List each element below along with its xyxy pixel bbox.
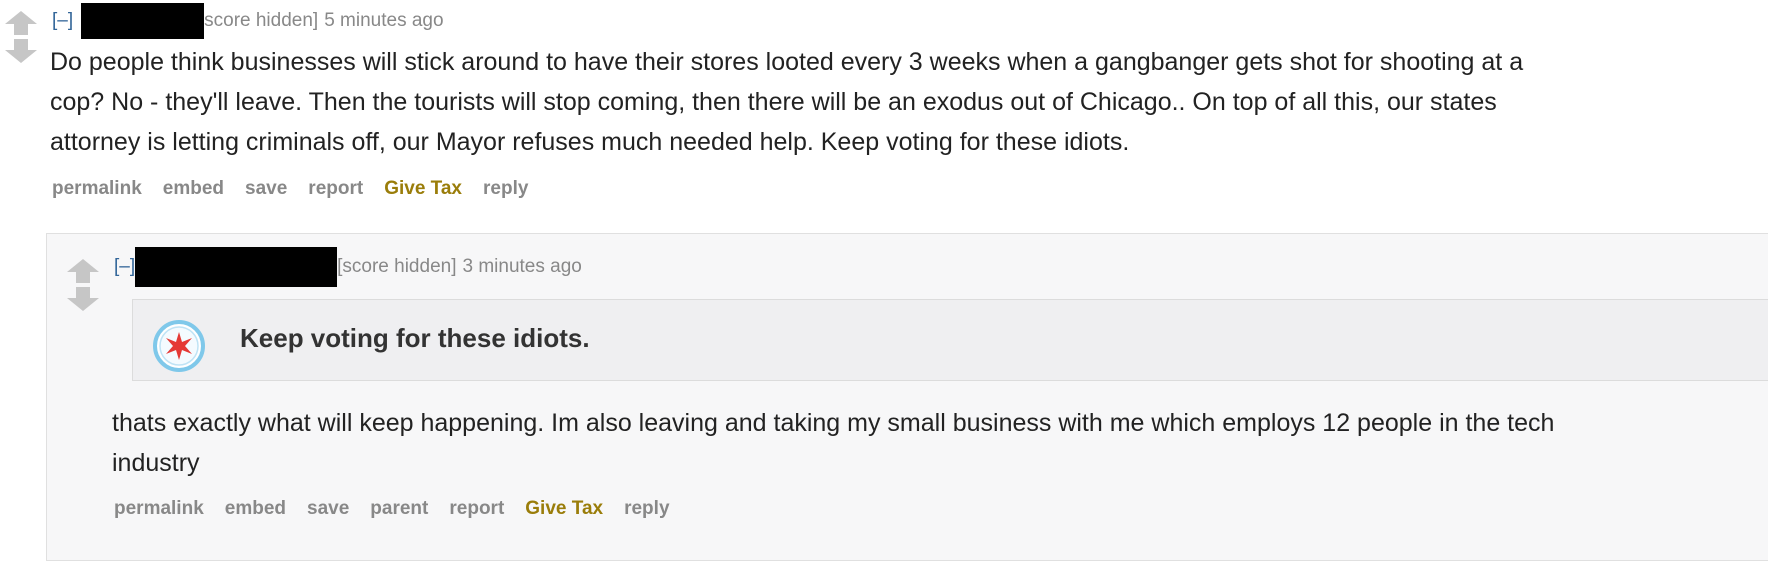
reply-button[interactable]: reply	[483, 178, 528, 200]
report-button[interactable]: report	[308, 178, 363, 200]
timestamp: 5 minutes ago	[324, 10, 444, 31]
redacted-username	[81, 3, 205, 39]
score-label: [score hidden]	[337, 256, 457, 277]
child-action-buttons: permalink embed save parent report Give …	[114, 498, 691, 520]
save-button[interactable]: save	[245, 178, 287, 200]
give-tax-button[interactable]: Give Tax	[525, 498, 603, 520]
give-tax-button[interactable]: Give Tax	[384, 178, 462, 200]
body-line: attorney is letting criminals off, our M…	[50, 128, 1130, 156]
parent-comment-body: Do people think businesses will stick ar…	[50, 42, 1523, 162]
parent-vote-column	[4, 10, 38, 64]
upvote-arrow-icon[interactable]	[66, 258, 100, 284]
collapse-toggle[interactable]: [–]	[114, 256, 135, 278]
embed-button[interactable]: embed	[163, 178, 224, 200]
body-line: thats exactly what will keep happening. …	[112, 409, 1555, 437]
downvote-arrow-icon[interactable]	[4, 38, 38, 64]
quote-text: Keep voting for these idiots.	[240, 323, 590, 353]
permalink-button[interactable]: permalink	[52, 178, 142, 200]
embed-button[interactable]: embed	[225, 498, 286, 520]
body-line: industry	[112, 449, 200, 477]
chicago-star-icon	[153, 320, 205, 372]
upvote-arrow-icon[interactable]	[4, 10, 38, 36]
child-comment-body: thats exactly what will keep happening. …	[112, 403, 1554, 483]
downvote-arrow-icon[interactable]	[66, 286, 100, 312]
timestamp: 3 minutes ago	[462, 256, 582, 277]
body-line: Do people think businesses will stick ar…	[50, 48, 1524, 76]
body-line: cop? No - they'll leave. Then the touris…	[50, 88, 1497, 116]
save-button[interactable]: save	[307, 498, 349, 520]
comment-thread: [–] score hidden] 5 minutes ago Do peopl…	[0, 0, 1768, 586]
child-vote-column	[66, 258, 100, 312]
score-label: score hidden]	[204, 10, 319, 31]
redacted-username	[135, 247, 338, 287]
reply-button[interactable]: reply	[624, 498, 669, 520]
parent-tagline: [–] score hidden] 5 minutes ago	[52, 3, 444, 39]
parent-button[interactable]: parent	[370, 498, 428, 520]
permalink-button[interactable]: permalink	[114, 498, 204, 520]
collapse-toggle[interactable]: [–]	[52, 10, 73, 32]
child-tagline: [–] [score hidden] 3 minutes ago	[114, 247, 582, 287]
report-button[interactable]: report	[449, 498, 504, 520]
parent-action-buttons: permalink embed save report Give Tax rep…	[52, 178, 549, 200]
